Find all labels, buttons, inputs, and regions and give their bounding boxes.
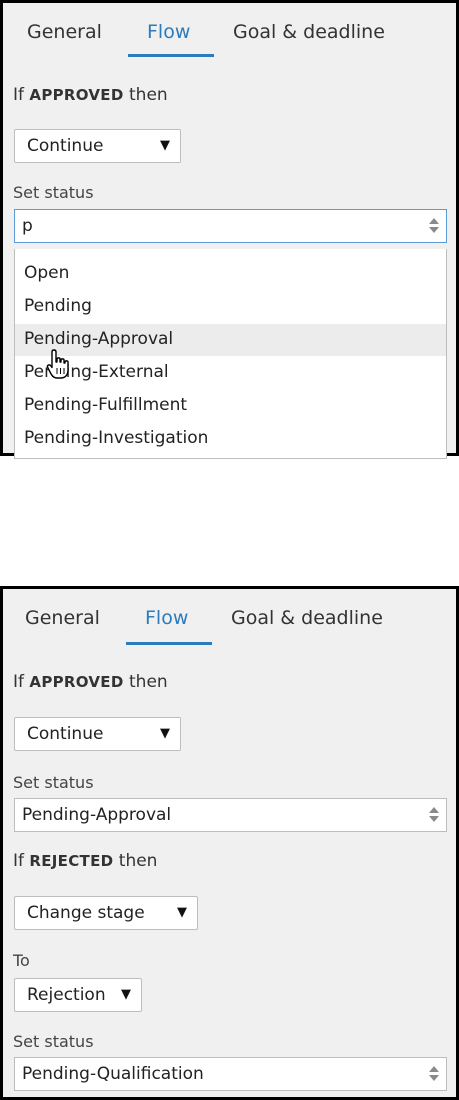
rejected-status-input[interactable]: Pending-Qualification xyxy=(14,1057,447,1091)
chevron-down-icon: ▼ xyxy=(177,905,187,920)
up-down-arrows-icon[interactable] xyxy=(428,805,440,825)
tab-bar: General Flow Goal & deadline xyxy=(3,3,456,63)
approved-condition-label: If APPROVED then xyxy=(13,672,168,692)
chevron-down-icon: ▼ xyxy=(121,987,131,1002)
status-input[interactable]: p xyxy=(14,209,447,243)
approved-action-select[interactable]: Continue ▼ xyxy=(14,717,181,751)
top-panel: General Flow Goal & deadline If APPROVED… xyxy=(0,0,459,459)
list-item[interactable]: Pending-External xyxy=(15,357,446,389)
tab-goal-deadline[interactable]: Goal & deadline xyxy=(231,607,383,629)
approved-condition-label: If APPROVED then xyxy=(13,85,168,105)
approved-status-input[interactable]: Pending-Approval xyxy=(14,798,447,832)
status-autocomplete-list: Open Pending Pending-Approval Pending-Ex… xyxy=(14,249,447,459)
hand-pointer-icon xyxy=(46,349,69,379)
approved-action-select[interactable]: Continue ▼ xyxy=(14,129,181,163)
up-down-arrows-icon[interactable] xyxy=(428,216,440,236)
tab-flow[interactable]: Flow xyxy=(145,607,188,629)
active-tab-underline xyxy=(126,642,212,645)
tab-general[interactable]: General xyxy=(27,21,102,43)
up-down-arrows-icon[interactable] xyxy=(428,1064,440,1084)
list-item[interactable]: Pending-Fulfillment xyxy=(15,390,446,422)
bottom-panel: General Flow Goal & deadline If APPROVED… xyxy=(0,586,459,1100)
tab-bar: General Flow Goal & deadline xyxy=(3,589,456,649)
set-status-label: Set status xyxy=(13,773,94,792)
set-status-label-2: Set status xyxy=(13,1032,94,1051)
set-status-label: Set status xyxy=(13,183,94,202)
list-item[interactable]: Open xyxy=(15,258,446,290)
chevron-down-icon: ▼ xyxy=(160,138,170,153)
tab-general[interactable]: General xyxy=(25,607,100,629)
list-item-highlighted[interactable]: Pending-Approval xyxy=(15,324,446,356)
tab-flow[interactable]: Flow xyxy=(147,21,190,43)
list-item[interactable]: Pending-Investigation xyxy=(15,423,446,455)
rejected-action-select[interactable]: Change stage ▼ xyxy=(14,896,198,930)
rejected-condition-label: If REJECTED then xyxy=(13,851,158,871)
to-label: To xyxy=(13,951,30,970)
tab-goal-deadline[interactable]: Goal & deadline xyxy=(233,21,385,43)
list-item[interactable]: Pending xyxy=(15,291,446,323)
stage-select[interactable]: Rejection ▼ xyxy=(14,978,142,1012)
chevron-down-icon: ▼ xyxy=(160,726,170,741)
active-tab-underline xyxy=(128,54,214,57)
